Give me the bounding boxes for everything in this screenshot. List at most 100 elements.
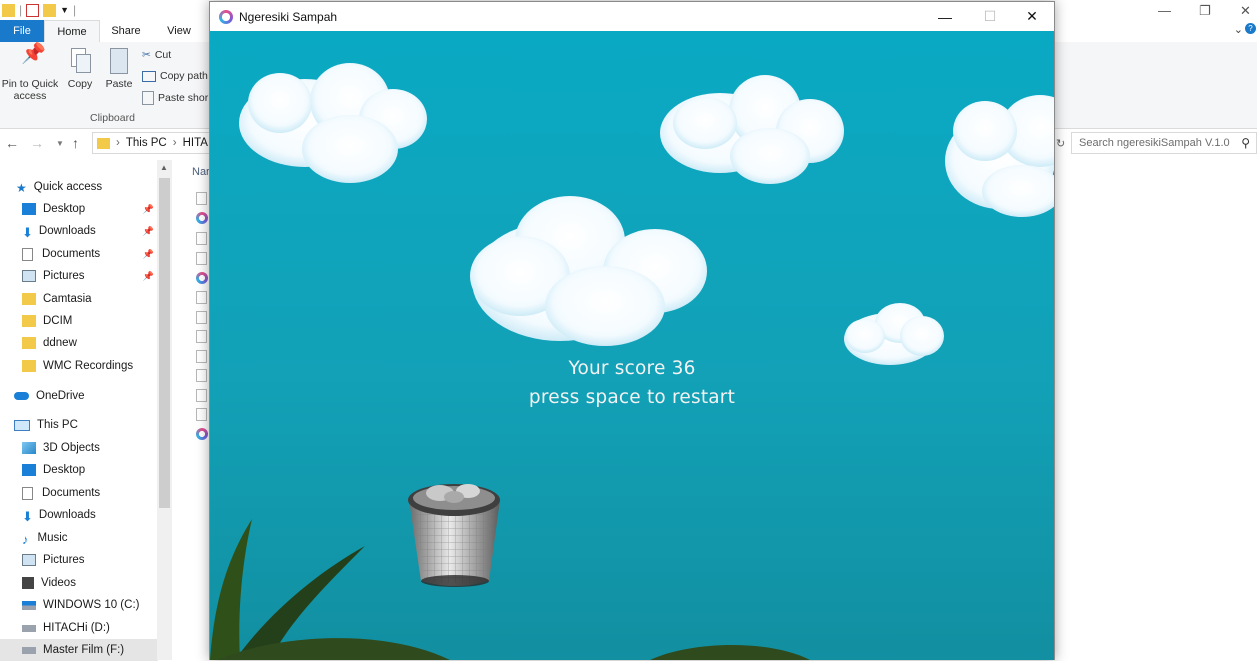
file-icon[interactable] <box>196 192 207 205</box>
nav-label: HITACHi (D:) <box>43 622 110 634</box>
file-icon[interactable] <box>196 311 207 324</box>
tab-share[interactable]: Share <box>102 20 150 42</box>
file-icon[interactable] <box>196 330 207 343</box>
pin-to-quick-access-button[interactable]: 📌 Pin to Quick access <box>0 44 60 102</box>
nav-drive-d[interactable]: HITACHi (D:) <box>22 617 158 639</box>
folder-icon <box>22 315 36 327</box>
app-icon[interactable] <box>196 272 208 284</box>
copy-button[interactable]: Copy <box>64 48 96 90</box>
file-icon[interactable] <box>196 252 207 265</box>
copy-path-button[interactable]: Copy path <box>142 70 208 82</box>
pictures-icon <box>22 554 36 566</box>
scrollbar-thumb[interactable] <box>159 178 170 508</box>
properties-icon[interactable] <box>26 3 40 17</box>
nav-drive-f[interactable]: Master Film (F:) <box>0 639 158 661</box>
app-icon[interactable] <box>196 428 208 440</box>
restore-button[interactable]: ❐ <box>1199 3 1211 19</box>
file-icon[interactable] <box>196 408 207 421</box>
nav-camtasia[interactable]: Camtasia <box>22 288 158 310</box>
back-arrow-icon[interactable]: ← <box>5 135 19 151</box>
nav-pictures[interactable]: Pictures 📌 <box>22 265 158 287</box>
tab-file[interactable]: File <box>0 20 44 42</box>
paste-shortcut-button[interactable]: Paste shor <box>142 91 208 105</box>
nav-label: Music <box>37 532 68 544</box>
file-icon[interactable] <box>196 291 207 304</box>
nav-drive-c[interactable]: WINDOWS 10 (C:) <box>22 594 158 616</box>
nav-ddnew[interactable]: ddnew <box>22 332 158 354</box>
computer-icon <box>14 419 30 431</box>
nav-desktop-pc[interactable]: Desktop <box>22 459 158 481</box>
cloud-icon <box>14 392 29 400</box>
paste-button[interactable]: Paste <box>103 48 135 90</box>
nav-label: DCIM <box>43 315 73 327</box>
download-arrow-icon: ⬇ <box>22 509 33 524</box>
film-icon <box>22 577 34 589</box>
nav-wmc-recordings[interactable]: WMC Recordings <box>22 355 158 377</box>
minimize-button[interactable]: — <box>1158 3 1171 18</box>
new-folder-icon[interactable] <box>43 3 57 17</box>
breadcrumb-this-pc[interactable]: This PC <box>126 137 167 149</box>
scroll-up-icon[interactable]: ▲ <box>160 163 168 172</box>
help-icon[interactable]: ? <box>1245 23 1256 34</box>
file-icon[interactable] <box>196 389 207 402</box>
nav-label: Master Film (F:) <box>43 644 125 656</box>
folder-icon <box>22 293 36 305</box>
up-arrow-icon[interactable]: ↑ <box>72 135 79 151</box>
pin-icon[interactable]: 📌 <box>143 226 154 237</box>
nav-label: Camtasia <box>43 293 92 305</box>
cut-button[interactable]: ✂ Cut <box>142 49 171 61</box>
forward-arrow-icon[interactable]: → <box>30 135 44 151</box>
nav-label: Downloads <box>38 225 96 237</box>
app-icon[interactable] <box>196 212 208 224</box>
nav-pictures-pc[interactable]: Pictures <box>22 549 158 571</box>
game-scene <box>210 63 1054 660</box>
nav-onedrive[interactable]: OneDrive <box>14 385 158 407</box>
pin-icon[interactable]: 📌 <box>143 249 154 260</box>
pin-icon[interactable]: 📌 <box>143 271 154 282</box>
tab-home[interactable]: Home <box>44 20 100 42</box>
nav-documents-pc[interactable]: Documents <box>22 482 158 504</box>
nav-label: ddnew <box>43 337 77 349</box>
refresh-icon[interactable]: ↻ <box>1056 137 1065 150</box>
file-icon[interactable] <box>196 369 207 382</box>
chevron-down-icon[interactable]: ⌄ <box>1234 23 1243 36</box>
paste-shortcut-label: Paste shor <box>158 92 209 104</box>
column-header-name[interactable]: Nar <box>192 166 210 178</box>
nav-scrollbar[interactable]: ▲ <box>157 160 172 660</box>
nav-music[interactable]: ♪ Music <box>22 527 158 549</box>
nav-label: OneDrive <box>36 390 85 402</box>
file-icon[interactable] <box>196 232 207 245</box>
nav-desktop[interactable]: Desktop 📌 <box>22 198 158 220</box>
game-title-bar[interactable]: Ngeresiki Sampah — ☐ ✕ <box>210 2 1054 31</box>
nav-dcim[interactable]: DCIM <box>22 310 158 332</box>
nav-downloads-pc[interactable]: ⬇ Downloads <box>22 504 158 526</box>
file-icon[interactable] <box>196 350 207 363</box>
nav-videos[interactable]: Videos <box>22 572 158 594</box>
nav-downloads[interactable]: ⬇ Downloads 📌 <box>22 220 158 242</box>
music-note-icon: ♪ <box>22 532 29 547</box>
trash-bin <box>408 484 500 587</box>
nav-quick-access[interactable]: ★ Quick access <box>16 176 158 198</box>
customize-qat-icon[interactable]: ▼ <box>60 5 69 15</box>
copy-path-label: Copy path <box>160 70 208 82</box>
nav-this-pc[interactable]: This PC <box>14 414 158 436</box>
documents-icon <box>22 486 33 500</box>
close-button[interactable]: ✕ <box>1240 3 1251 19</box>
nav-3d-objects[interactable]: 3D Objects <box>22 437 158 459</box>
copy-label: Copy <box>67 78 93 90</box>
search-input[interactable]: Search ngeresikiSampah V.1.0 ⚲ <box>1071 132 1257 154</box>
address-box[interactable]: › This PC › HITA <box>92 132 212 154</box>
download-arrow-icon: ⬇ <box>22 225 33 240</box>
close-button[interactable]: ✕ <box>1009 2 1055 31</box>
recent-locations-icon[interactable]: ▼ <box>56 139 64 148</box>
breadcrumb-drive[interactable]: HITA <box>183 137 208 149</box>
drive-icon <box>22 624 36 632</box>
pin-icon[interactable]: 📌 <box>143 204 154 215</box>
maximize-button[interactable]: ☐ <box>967 2 1013 31</box>
nav-label: This PC <box>37 419 78 431</box>
cloud <box>844 303 944 365</box>
minimize-button[interactable]: — <box>922 2 968 31</box>
game-canvas[interactable]: Your score 36 press space to restart <box>210 31 1054 660</box>
tab-view[interactable]: View <box>152 20 206 42</box>
nav-documents[interactable]: Documents 📌 <box>22 243 158 265</box>
